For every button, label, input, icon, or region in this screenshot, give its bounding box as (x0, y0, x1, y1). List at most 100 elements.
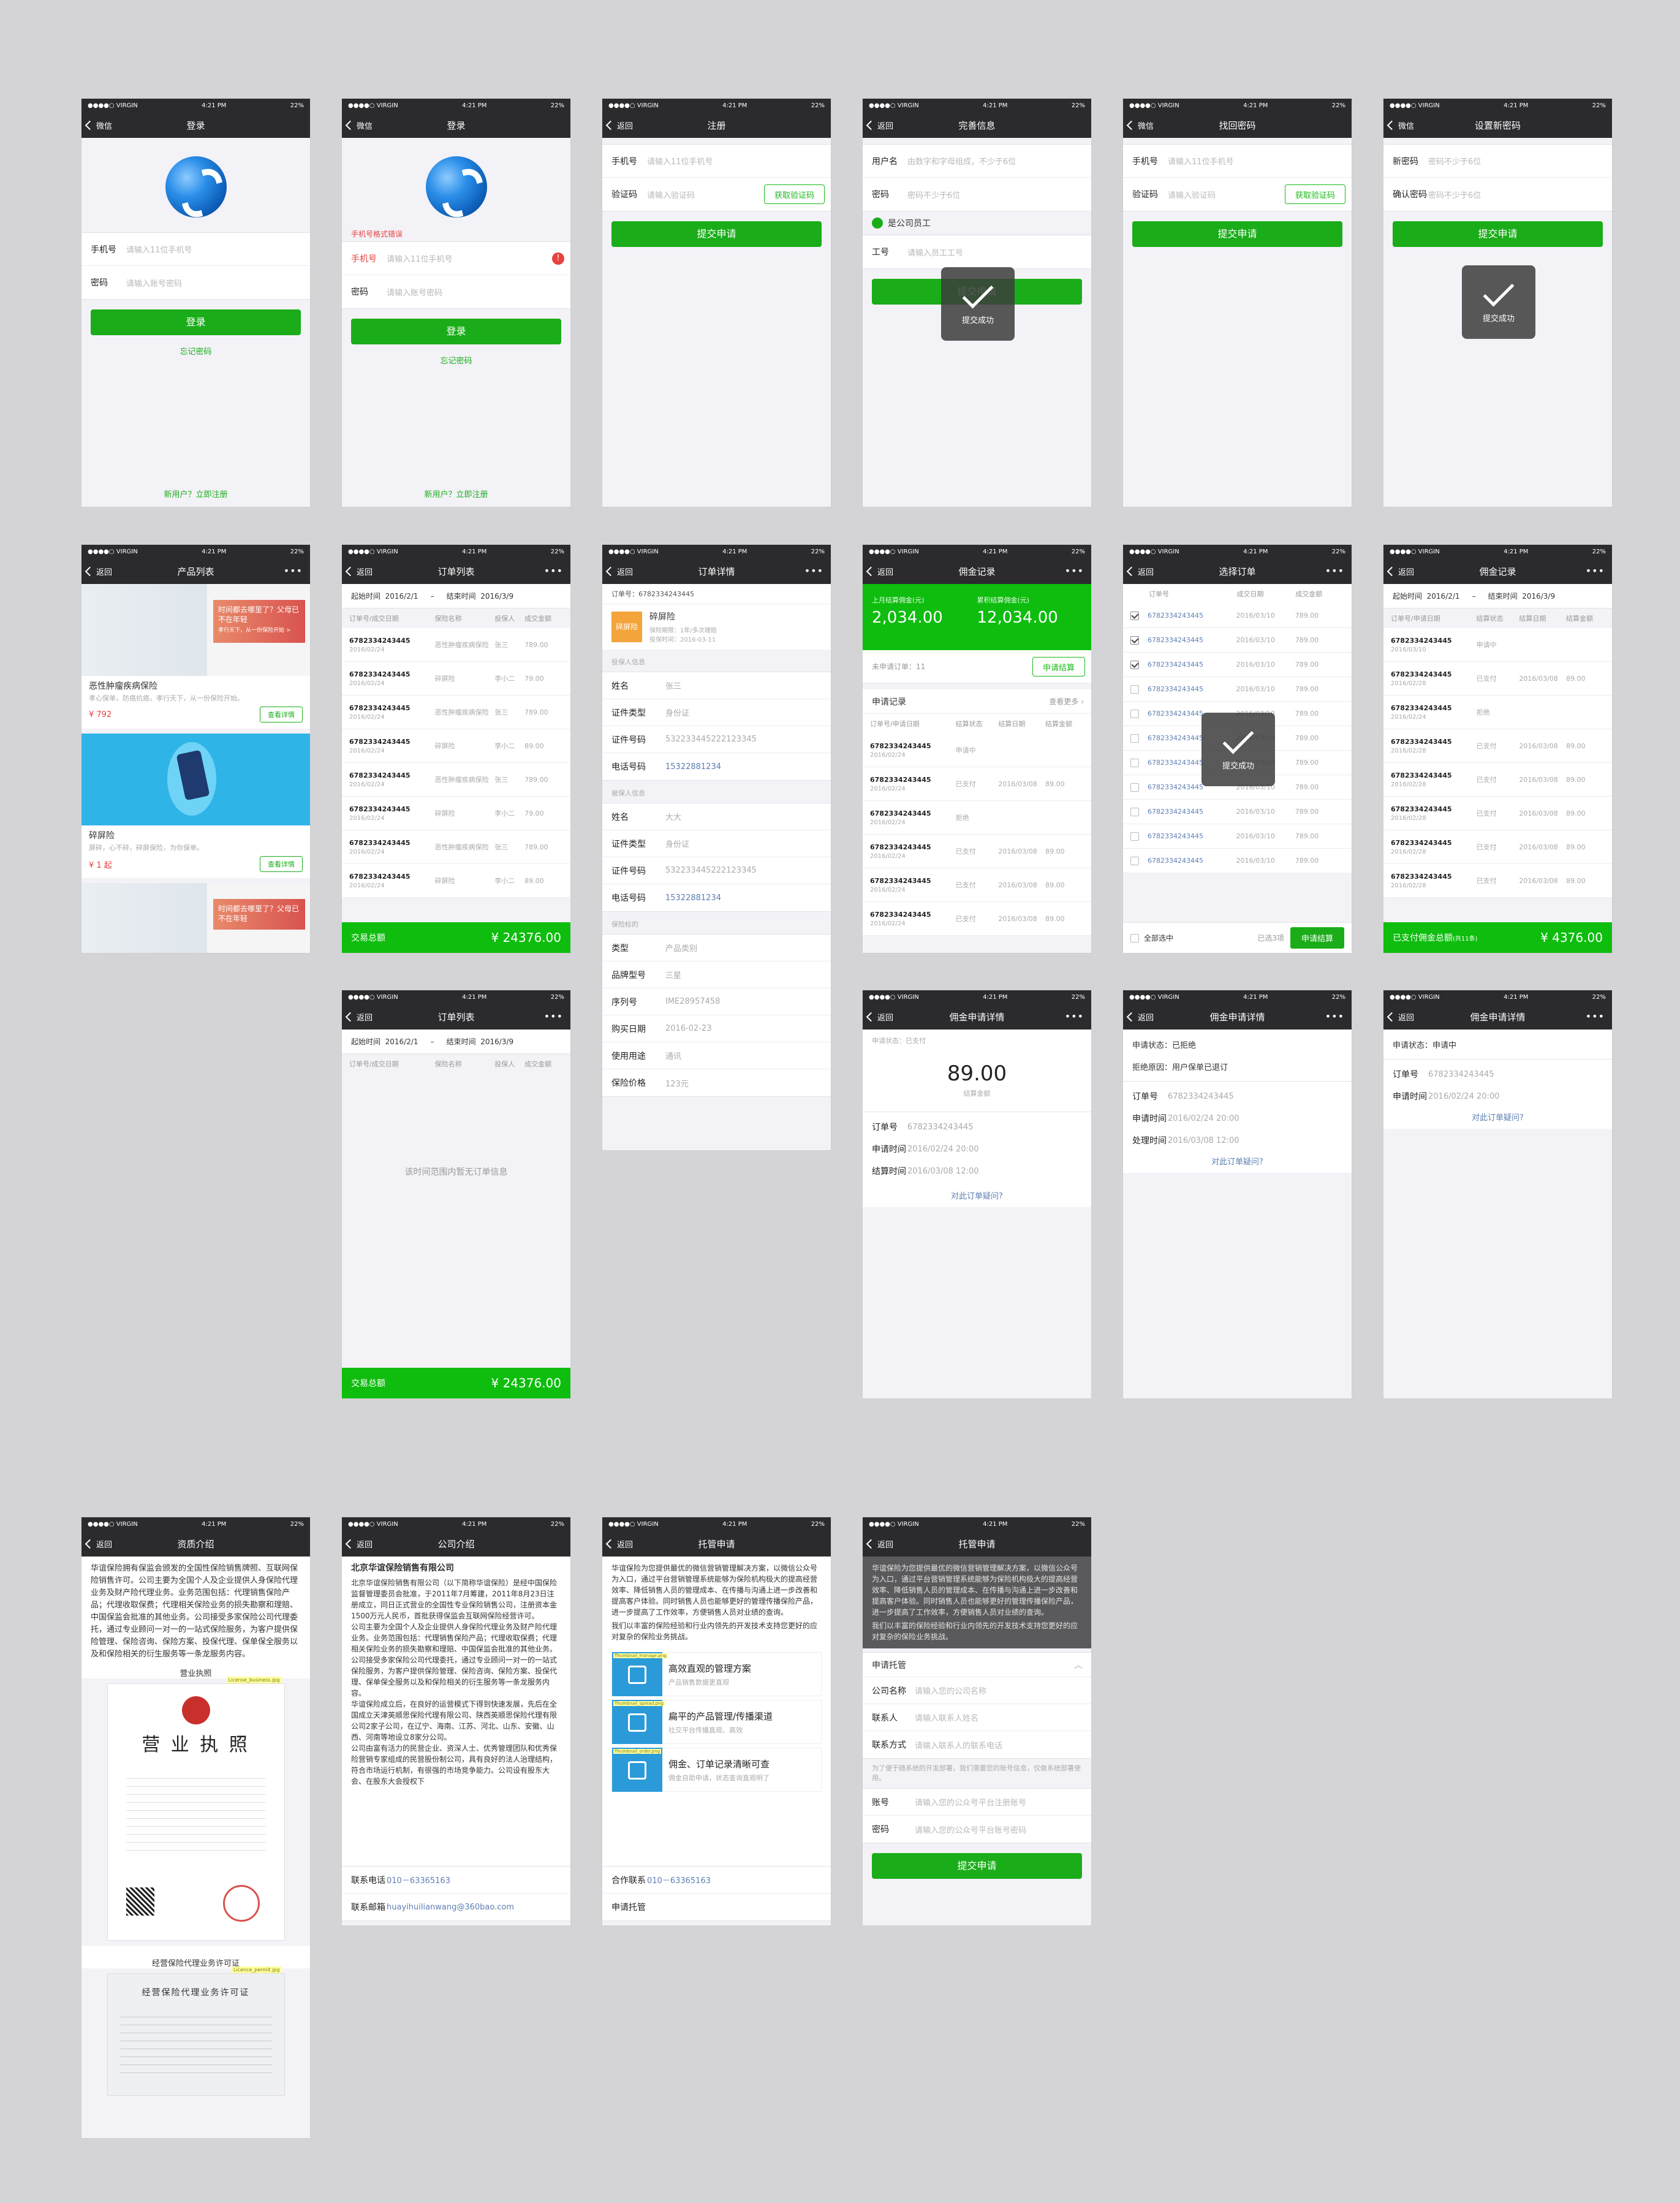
table-row[interactable]: 6782334243445 2016/03/10 789.00 (1123, 677, 1352, 702)
back-button[interactable]: 微信 (1128, 112, 1154, 138)
table-row[interactable]: 6782334243445 2016/02/24 碎屏险 李小二 89.00 (342, 729, 570, 763)
table-row[interactable]: 6782334243445 2016/02/24 已支付 2016/03/08 8… (863, 767, 1091, 801)
select-all-checkbox[interactable] (1130, 933, 1139, 942)
view-detail-button[interactable]: 查看详情 (260, 856, 303, 872)
table-row[interactable]: 6782334243445 2016/02/24 恶性肿瘤疾病保险 张三 789.… (342, 830, 570, 864)
date-filter[interactable]: 起始时间 2016/2/1– 结束时间 2016/3/9 (1383, 584, 1612, 609)
back-button[interactable]: 微信 (347, 112, 373, 138)
table-row[interactable]: 6782334243445 2016/02/24 恶性肿瘤疾病保险 张三 789.… (342, 628, 570, 662)
get-code-button[interactable]: 获取验证码 (763, 184, 825, 204)
table-row[interactable]: 6782334243445 2016/03/10 789.00 (1123, 849, 1352, 873)
submit-button[interactable]: 提交申请 (611, 221, 822, 247)
table-row[interactable]: 6782334243445 2016/02/28 已支付 2016/03/08 8… (1383, 830, 1612, 864)
date-filter[interactable]: 起始时间 2016/2/1– 结束时间 2016/3/9 (342, 584, 570, 609)
get-code-button[interactable]: 获取验证码 (1284, 184, 1345, 204)
product-card[interactable]: 碎屏险 屏碎，心不碎，碎屏保险，为你保单。 ¥ 1 起查看详情 (81, 734, 310, 878)
contact-phone[interactable]: 联系电话 010－63365163 (342, 1867, 570, 1894)
back-button[interactable]: 返回 (347, 1531, 373, 1557)
apply-trust-row[interactable]: 申请托管 (602, 1894, 831, 1921)
more-icon[interactable]: ••• (1586, 558, 1605, 584)
see-more-link[interactable]: 查看更多 › (1049, 696, 1084, 707)
table-row[interactable]: 6782334243445 2016/02/24 碎屏险 李小二 79.00 (342, 797, 570, 830)
more-icon[interactable]: ••• (1325, 558, 1344, 584)
phone-field[interactable]: 手机号 请输入11位手机号! (342, 242, 570, 275)
trust-section-header[interactable]: 申请托管 ︿ (863, 1653, 1091, 1677)
table-row[interactable]: 6782334243445 2016/02/24 已支付 2016/03/08 8… (863, 902, 1091, 936)
back-button[interactable]: 微信 (86, 112, 112, 138)
table-row[interactable]: 6782334243445 2016/02/28 已支付 2016/03/08 8… (1383, 729, 1612, 763)
password-field[interactable]: 密码 请输入账号密码 (81, 266, 310, 299)
back-button[interactable]: 返回 (1128, 558, 1154, 584)
form-field[interactable]: 联系人 请输入联系人姓名 (863, 1704, 1091, 1731)
password-field[interactable]: 密码 请输入账号密码 (342, 275, 570, 308)
row-checkbox[interactable] (1130, 611, 1139, 620)
more-icon[interactable]: ••• (284, 558, 303, 584)
cooperation-phone[interactable]: 合作联系 010－63365163 (602, 1867, 831, 1894)
form-field[interactable]: 密码 请输入您的公众号平台账号密码 (863, 1816, 1091, 1843)
row-checkbox[interactable] (1130, 807, 1139, 816)
table-row[interactable]: 6782334243445 2016/02/24 碎屏险 李小二 89.00 (342, 864, 570, 898)
apply-settle-button[interactable]: 申请结算 (1290, 927, 1344, 949)
table-row[interactable]: 6782334243445 2016/02/24 碎屏险 李小二 79.00 (342, 662, 570, 696)
table-row[interactable]: 6782334243445 2016/03/10 789.00 (1123, 824, 1352, 849)
back-button[interactable]: 返回 (868, 1531, 893, 1557)
forgot-password-link[interactable]: 忘记密码 (342, 354, 570, 366)
confirm-password-field[interactable]: 确认密码 密码不少于6位 (1383, 178, 1612, 211)
back-button[interactable]: 返回 (607, 558, 633, 584)
apply-settle-button[interactable]: 申请结算 (1032, 657, 1085, 677)
back-button[interactable]: 返回 (868, 112, 893, 138)
row-checkbox[interactable] (1130, 709, 1139, 718)
login-button[interactable]: 登录 (91, 309, 301, 335)
employee-checkbox[interactable]: 是公司员工 (863, 211, 1091, 235)
table-row[interactable]: 6782334243445 2016/02/24 拒绝 (863, 801, 1091, 835)
back-button[interactable]: 微信 (1388, 112, 1414, 138)
dispute-link[interactable]: 对此订单疑问? (1123, 1155, 1352, 1167)
dispute-link[interactable]: 对此订单疑问? (863, 1189, 1091, 1201)
row-checkbox[interactable] (1130, 660, 1139, 669)
more-icon[interactable]: ••• (1586, 1004, 1605, 1029)
register-link[interactable]: 新用户？立即注册 (342, 488, 570, 499)
back-button[interactable]: 返回 (347, 558, 373, 584)
more-icon[interactable]: ••• (544, 558, 563, 584)
more-icon[interactable]: ••• (804, 558, 823, 584)
row-checkbox[interactable] (1130, 832, 1139, 841)
submit-button[interactable]: 提交申请 (1393, 221, 1603, 247)
view-detail-button[interactable]: 查看详情 (260, 707, 303, 722)
form-field[interactable]: 账号 请输入您的公众号平台注册账号 (863, 1789, 1091, 1816)
back-button[interactable]: 返回 (347, 1004, 373, 1029)
row-checkbox[interactable] (1130, 734, 1139, 743)
dispute-link[interactable]: 对此订单疑问? (1383, 1111, 1612, 1123)
more-icon[interactable]: ••• (1065, 558, 1084, 584)
table-row[interactable]: 6782334243445 2016/03/10 789.00 (1123, 800, 1352, 824)
phone-field[interactable]: 手机号 请输入11位手机号 (81, 233, 310, 266)
submit-button[interactable]: 提交申请 (1132, 221, 1342, 247)
table-row[interactable]: 6782334243445 2016/02/24 恶性肿瘤疾病保险 张三 789.… (342, 763, 570, 797)
contact-email[interactable]: 联系邮箱 huayihuilianwang@360bao.com (342, 1894, 570, 1921)
code-field[interactable]: 验证码 请输入验证码 获取验证码 (1123, 178, 1352, 211)
more-icon[interactable]: ••• (1065, 1004, 1084, 1029)
table-row[interactable]: 6782334243445 2016/02/24 恶性肿瘤疾病保险 张三 789.… (342, 696, 570, 729)
back-button[interactable]: 返回 (607, 112, 633, 138)
phone-field[interactable]: 手机号 请输入11位手机号 (602, 145, 831, 178)
row-checkbox[interactable] (1130, 783, 1139, 792)
table-row[interactable]: 6782334243445 2016/03/10 789.00 (1123, 653, 1352, 677)
employee-id-field[interactable]: 工号 请输入员工工号 (863, 235, 1091, 268)
row-checkbox[interactable] (1130, 684, 1139, 694)
back-button[interactable]: 返回 (1128, 1004, 1154, 1029)
password-field[interactable]: 密码 密码不少于6位 (863, 178, 1091, 211)
form-field[interactable]: 公司名称 请输入您的公司名称 (863, 1677, 1091, 1704)
username-field[interactable]: 用户名 由数字和字母组成，不少于6位 (863, 145, 1091, 178)
table-row[interactable]: 6782334243445 2016/03/10 申请中 (1383, 628, 1612, 662)
date-filter[interactable]: 起始时间 2016/2/1– 结束时间 2016/3/9 (342, 1029, 570, 1054)
table-row[interactable]: 6782334243445 2016/03/10 789.00 (1123, 628, 1352, 653)
new-password-field[interactable]: 新密码 密码不少于6位 (1383, 145, 1612, 178)
table-row[interactable]: 6782334243445 2016/02/28 已支付 2016/03/08 8… (1383, 864, 1612, 898)
back-button[interactable]: 返回 (1388, 1004, 1414, 1029)
back-button[interactable]: 返回 (868, 1004, 893, 1029)
table-row[interactable]: 6782334243445 2016/02/24 已支付 2016/03/08 8… (863, 868, 1091, 902)
table-row[interactable]: 6782334243445 2016/02/24 已支付 2016/03/08 8… (863, 835, 1091, 868)
product-card[interactable]: 时间都去哪里了？父母已不在年轻 孝行天下，从一份保险开始 > 恶性肿瘤疾病保险 孝… (81, 584, 310, 729)
table-row[interactable]: 6782334243445 2016/02/24 申请中 (863, 734, 1091, 767)
row-checkbox[interactable] (1130, 758, 1139, 767)
more-icon[interactable]: ••• (544, 1004, 563, 1029)
